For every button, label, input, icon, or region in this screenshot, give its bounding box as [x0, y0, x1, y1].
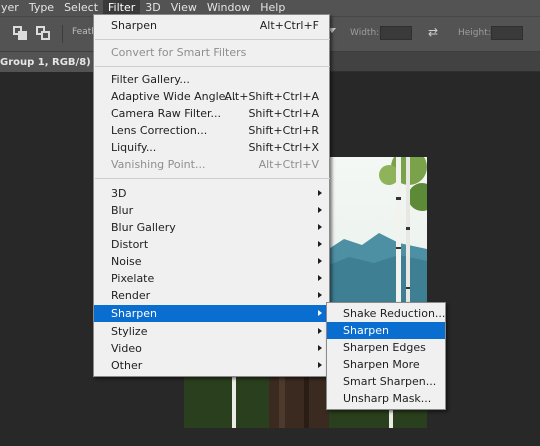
menu-item-sharpen[interactable]: Sharpen — [94, 305, 329, 322]
menu-item-shortcut: Alt+Shift+Ctrl+A — [224, 90, 319, 103]
menu-separator — [95, 178, 330, 179]
menu-item-label: Blur — [111, 204, 134, 217]
sharpen-submenu: Shake Reduction... Sharpen Sharpen Edges… — [326, 302, 446, 410]
menu-item-convert-smart-filters[interactable]: Convert for Smart Filters — [94, 44, 329, 61]
menu-item-label: Camera Raw Filter... — [111, 107, 222, 120]
menu-item-3d[interactable]: 3D — [94, 185, 329, 202]
submenu-arrow-icon — [318, 275, 322, 281]
selection-mode-intersect-icon[interactable] — [36, 26, 50, 40]
submenu-arrow-icon — [318, 258, 322, 264]
menu-item-label: Filter Gallery... — [111, 73, 190, 86]
submenu-item-sharpen[interactable]: Sharpen — [327, 322, 445, 339]
menu-item-render[interactable]: Render — [94, 287, 329, 304]
submenu-item-shake-reduction[interactable]: Shake Reduction... — [327, 305, 445, 322]
menu-item-label: Blur Gallery — [111, 221, 176, 234]
menu-type[interactable]: Type — [24, 0, 59, 16]
menu-item-blur[interactable]: Blur — [94, 202, 329, 219]
menu-item-adaptive-wide-angle[interactable]: Adaptive Wide Angle... Alt+Shift+Ctrl+A — [94, 88, 329, 105]
menu-item-label: Vanishing Point... — [111, 158, 206, 171]
document-tab-title: Group 1, RGB/8) — [0, 56, 91, 68]
submenu-arrow-icon — [318, 190, 322, 196]
menu-item-label: Adaptive Wide Angle... — [111, 90, 236, 103]
menu-item-label: Noise — [111, 255, 142, 268]
height-field[interactable] — [491, 26, 523, 40]
menu-item-liquify[interactable]: Liquify... Shift+Ctrl+X — [94, 139, 329, 156]
menu-layer[interactable]: yer — [0, 0, 24, 16]
menu-item-label: Sharpen — [111, 19, 157, 32]
menu-item-label: Sharpen — [111, 307, 157, 320]
menu-item-distort[interactable]: Distort — [94, 236, 329, 253]
menu-item-shortcut: Shift+Ctrl+X — [248, 141, 319, 154]
menu-item-label: Liquify... — [111, 141, 157, 154]
menu-item-filter-gallery[interactable]: Filter Gallery... — [94, 71, 329, 88]
submenu-arrow-icon — [318, 207, 322, 213]
submenu-item-sharpen-edges[interactable]: Sharpen Edges — [327, 339, 445, 356]
menu-item-label: Other — [111, 359, 143, 372]
menu-item-label: Sharpen More — [343, 358, 420, 371]
menu-item-blur-gallery[interactable]: Blur Gallery — [94, 219, 329, 236]
submenu-item-smart-sharpen[interactable]: Smart Sharpen... — [327, 373, 445, 390]
width-label: Width: — [350, 28, 380, 38]
menu-item-stylize[interactable]: Stylize — [94, 323, 329, 340]
menu-item-label: 3D — [111, 187, 127, 200]
submenu-arrow-icon — [318, 241, 322, 247]
filter-menu: Sharpen Alt+Ctrl+F Convert for Smart Fil… — [93, 14, 330, 377]
menu-item-video[interactable]: Video — [94, 340, 329, 357]
submenu-arrow-icon — [318, 345, 322, 351]
menu-item-label: Stylize — [111, 325, 148, 338]
menu-item-shortcut: Shift+Ctrl+R — [248, 124, 319, 137]
menu-item-label: Sharpen — [343, 324, 389, 337]
submenu-arrow-icon — [318, 224, 322, 230]
options-divider — [62, 25, 63, 43]
menu-item-last-filter-sharpen[interactable]: Sharpen Alt+Ctrl+F — [94, 17, 329, 34]
menu-item-label: Unsharp Mask... — [343, 392, 432, 405]
submenu-arrow-icon — [318, 328, 322, 334]
menu-item-shortcut: Shift+Ctrl+A — [248, 107, 319, 120]
menu-item-lens-correction[interactable]: Lens Correction... Shift+Ctrl+R — [94, 122, 329, 139]
document-tab[interactable]: Group 1, RGB/8) × — [0, 52, 105, 72]
menu-item-label: Shake Reduction... — [343, 307, 446, 320]
menu-separator — [95, 66, 330, 67]
submenu-arrow-icon — [318, 292, 322, 298]
submenu-item-unsharp-mask[interactable]: Unsharp Mask... — [327, 390, 445, 407]
submenu-arrow-icon — [318, 362, 322, 368]
selection-mode-subtract-icon[interactable] — [13, 26, 27, 40]
menu-item-label: Sharpen Edges — [343, 341, 426, 354]
menu-item-noise[interactable]: Noise — [94, 253, 329, 270]
menu-item-label: Video — [111, 342, 142, 355]
submenu-item-sharpen-more[interactable]: Sharpen More — [327, 356, 445, 373]
menu-item-label: Pixelate — [111, 272, 155, 285]
menu-separator — [95, 39, 330, 40]
menu-item-pixelate[interactable]: Pixelate — [94, 270, 329, 287]
menu-item-shortcut: Alt+Ctrl+V — [258, 158, 319, 171]
menu-item-label: Smart Sharpen... — [343, 375, 437, 388]
menu-item-label: Distort — [111, 238, 149, 251]
height-label: Height: — [458, 28, 491, 38]
menu-item-vanishing-point[interactable]: Vanishing Point... Alt+Ctrl+V — [94, 156, 329, 173]
submenu-arrow-icon — [318, 310, 322, 316]
menu-item-shortcut: Alt+Ctrl+F — [259, 19, 319, 32]
menu-item-camera-raw-filter[interactable]: Camera Raw Filter... Shift+Ctrl+A — [94, 105, 329, 122]
width-field[interactable] — [380, 26, 412, 40]
swap-dimensions-icon[interactable]: ⇄ — [428, 25, 440, 39]
menu-item-label: Render — [111, 289, 151, 302]
menu-item-other[interactable]: Other — [94, 357, 329, 374]
menu-item-label: Convert for Smart Filters — [111, 46, 247, 59]
menu-item-label: Lens Correction... — [111, 124, 208, 137]
